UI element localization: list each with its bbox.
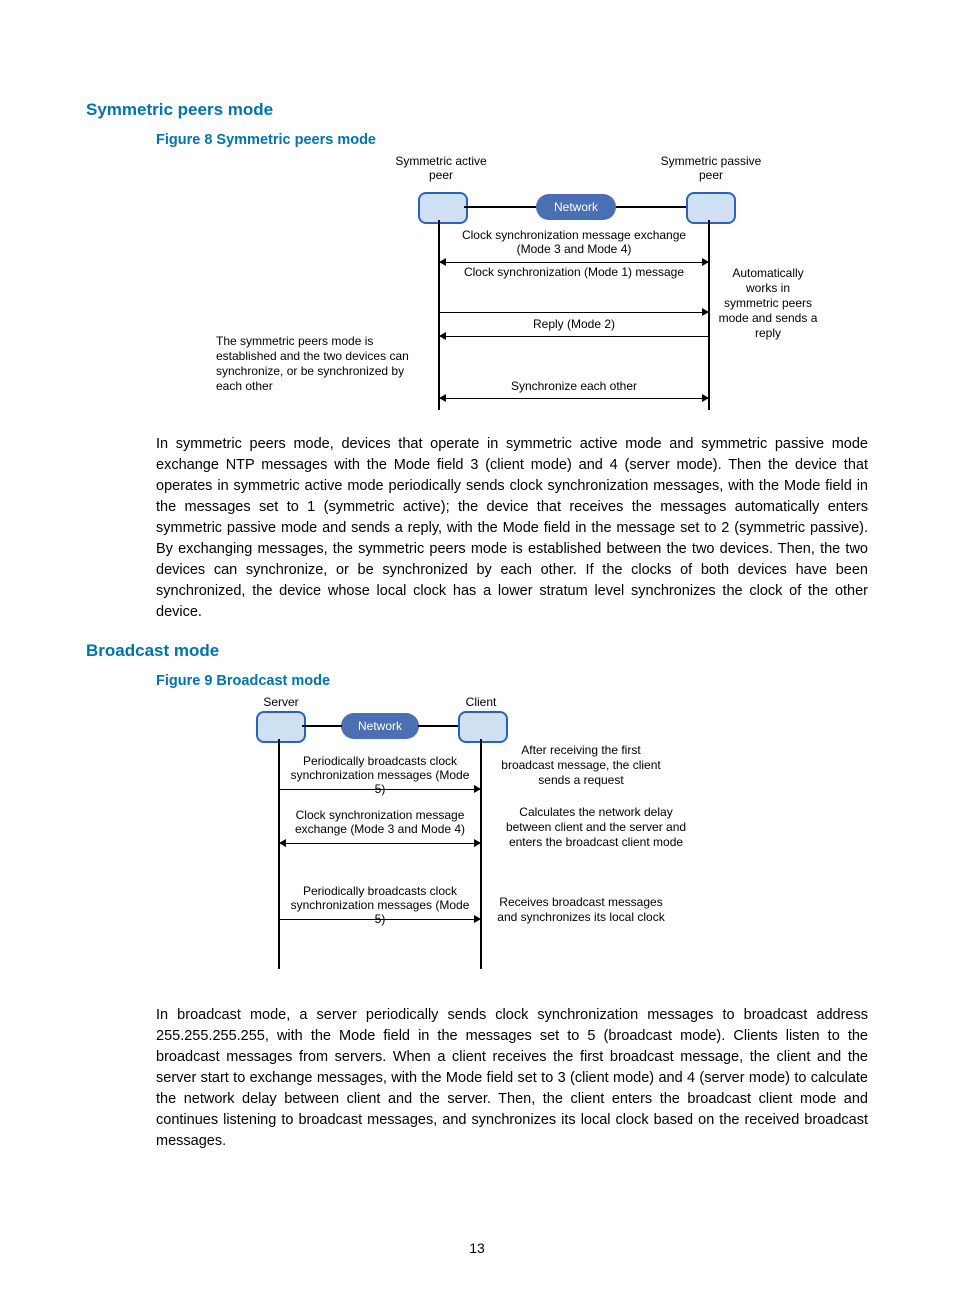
connector-line bbox=[302, 725, 342, 727]
device-icon bbox=[458, 711, 508, 743]
network-cloud-icon: Network bbox=[341, 713, 419, 739]
body-paragraph: In symmetric peers mode, devices that op… bbox=[156, 434, 868, 623]
message-label: Periodically broadcasts clock synchroniz… bbox=[284, 885, 476, 926]
figure8-caption: Figure 8 Symmetric peers mode bbox=[156, 132, 868, 148]
heading-broadcast-mode: Broadcast mode bbox=[86, 641, 868, 661]
double-arrow-icon bbox=[440, 262, 708, 263]
message-label: Clock synchronization (Mode 1) message bbox=[446, 266, 702, 280]
connector-line bbox=[464, 206, 536, 208]
connector-line bbox=[418, 725, 458, 727]
double-arrow-icon bbox=[280, 843, 480, 844]
message-label: Synchronize each other bbox=[446, 380, 702, 394]
right-arrow-icon bbox=[440, 312, 708, 313]
message-label: Reply (Mode 2) bbox=[446, 318, 702, 332]
heading-symmetric-peers: Symmetric peers mode bbox=[86, 100, 868, 120]
connector-line bbox=[616, 206, 686, 208]
page-number: 13 bbox=[0, 1240, 954, 1256]
device-icon bbox=[256, 711, 306, 743]
message-label: Clock synchronization message exchange (… bbox=[446, 229, 702, 257]
diagram-note: Automatically works in symmetric peers m… bbox=[718, 266, 818, 341]
lifeline bbox=[278, 739, 280, 969]
diagram-note: The symmetric peers mode is established … bbox=[216, 334, 426, 394]
diagram-note: Calculates the network delay between cli… bbox=[496, 805, 696, 850]
figure9-caption: Figure 9 Broadcast mode bbox=[156, 673, 868, 689]
device-icon bbox=[686, 192, 736, 224]
message-label: Periodically broadcasts clock synchroniz… bbox=[284, 755, 476, 796]
document-page: Symmetric peers mode Figure 8 Symmetric … bbox=[0, 0, 954, 1296]
lifeline bbox=[480, 739, 482, 969]
right-arrow-icon bbox=[280, 919, 480, 920]
label-client: Client bbox=[451, 695, 511, 709]
figure8-diagram: Symmetric active peer Symmetric passive … bbox=[156, 154, 868, 414]
label-active-peer: Symmetric active peer bbox=[386, 154, 496, 182]
diagram-note: Receives broadcast messages and synchron… bbox=[496, 895, 666, 925]
label-server: Server bbox=[251, 695, 311, 709]
device-icon bbox=[418, 192, 468, 224]
diagram-note: After receiving the first broadcast mess… bbox=[496, 743, 666, 788]
figure9-diagram: Server Client Network Periodically broad… bbox=[156, 695, 868, 985]
label-passive-peer: Symmetric passive peer bbox=[656, 154, 766, 182]
right-arrow-icon bbox=[280, 789, 480, 790]
lifeline bbox=[438, 220, 440, 410]
left-arrow-icon bbox=[440, 336, 708, 337]
message-label: Clock synchronization message exchange (… bbox=[284, 809, 476, 837]
double-arrow-icon bbox=[440, 398, 708, 399]
body-paragraph: In broadcast mode, a server periodically… bbox=[156, 1005, 868, 1152]
network-cloud-icon: Network bbox=[536, 194, 616, 220]
